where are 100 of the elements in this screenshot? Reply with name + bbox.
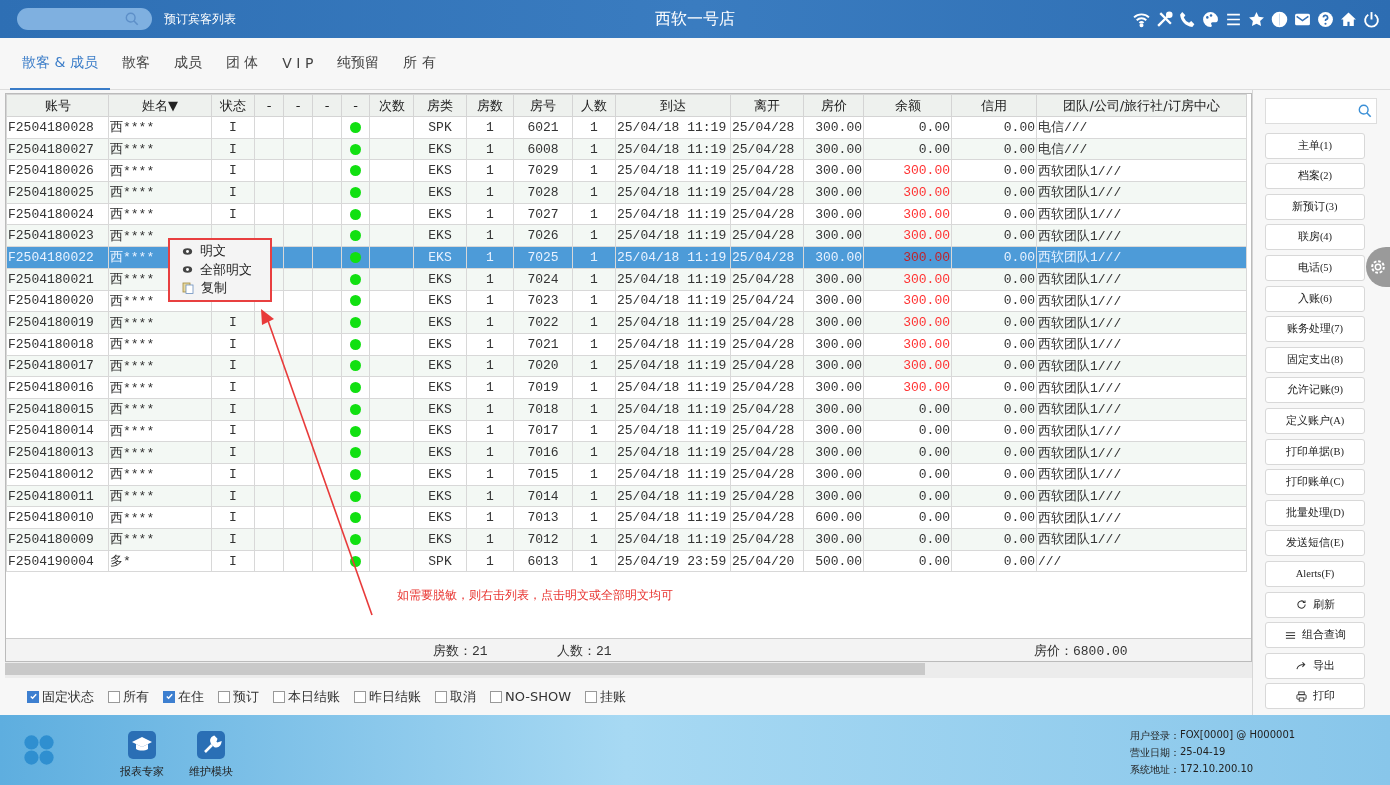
column-header[interactable]: 次数 bbox=[369, 94, 414, 117]
column-header[interactable]: 到达 bbox=[615, 94, 731, 117]
column-header[interactable]: 姓名▼ bbox=[108, 94, 212, 117]
column-header[interactable]: 余额 bbox=[863, 94, 952, 117]
search-field[interactable] bbox=[1265, 98, 1377, 124]
table-cell: 1 bbox=[466, 506, 514, 529]
column-header[interactable]: 离开 bbox=[730, 94, 804, 117]
column-header[interactable]: - bbox=[283, 94, 313, 117]
column-header[interactable]: - bbox=[312, 94, 342, 117]
action-button[interactable]: 固定支出(8) bbox=[1265, 346, 1365, 373]
table-cell: 0.00 bbox=[951, 159, 1037, 182]
column-header[interactable]: 房数 bbox=[466, 94, 514, 117]
action-button[interactable]: 电话(5) bbox=[1265, 254, 1365, 281]
action-button[interactable]: 入账(6) bbox=[1265, 285, 1365, 312]
tab[interactable]: 纯预留 bbox=[325, 37, 392, 90]
action-button[interactable]: 批量处理(D) bbox=[1265, 499, 1365, 526]
table-cell: F2504180014 bbox=[6, 420, 109, 442]
table-row[interactable]: F2504180026 西**** I EKS 1 7029 1 25/04/18 11:19 25/04/28 300.00 300.00 0.00 西软团队1/// bbox=[6, 159, 1247, 182]
action-button[interactable]: 组合查询 bbox=[1265, 622, 1365, 649]
table-cell: I bbox=[211, 203, 255, 225]
home-icon[interactable] bbox=[1340, 10, 1357, 28]
guest-list-link[interactable]: 预订宾客列表 bbox=[164, 10, 236, 28]
filter-checkbox[interactable]: 固定状态 bbox=[27, 687, 94, 706]
search-field[interactable] bbox=[17, 8, 152, 30]
settings-button[interactable] bbox=[1366, 247, 1390, 287]
tab[interactable]: 成员 bbox=[161, 37, 214, 90]
column-header[interactable]: 团队/公司/旅行社/订房中心 bbox=[1036, 94, 1247, 117]
filter-checkbox[interactable]: 挂账 bbox=[585, 687, 627, 706]
tab[interactable]: 团 体 bbox=[213, 37, 271, 90]
table-cell: F2504180018 bbox=[6, 333, 109, 356]
table-row[interactable]: F2504180017 西**** I EKS 1 7020 1 25/04/18 11:19 25/04/28 300.00 300.00 0.00 西软团队1/// bbox=[6, 355, 1247, 377]
action-button[interactable]: Alerts(F) bbox=[1265, 560, 1365, 587]
table-cell: 25/04/18 11:19 bbox=[615, 116, 731, 139]
filter-checkbox[interactable]: 所有 bbox=[108, 687, 149, 706]
action-button[interactable]: 账务处理(7) bbox=[1265, 316, 1365, 343]
column-header[interactable]: 人数 bbox=[572, 94, 616, 117]
table-row[interactable]: F2504180013 西**** I EKS 1 7016 1 25/04/18 11:19 25/04/28 300.00 0.00 0.00 西软团队1/// bbox=[6, 441, 1247, 464]
filter-checkbox[interactable]: NO-SHOW bbox=[490, 689, 572, 704]
column-header[interactable]: 房价 bbox=[803, 94, 864, 117]
action-button[interactable]: 打印 bbox=[1265, 683, 1365, 710]
filter-checkbox[interactable]: 本日结账 bbox=[273, 687, 340, 706]
action-button[interactable]: 打印单据(B) bbox=[1265, 438, 1365, 465]
table-row[interactable]: F2504180011 西**** I EKS 1 7014 1 25/04/18 11:19 25/04/28 300.00 0.00 0.00 西软团队1/// bbox=[6, 485, 1247, 507]
tools-icon[interactable] bbox=[1156, 10, 1173, 28]
filter-checkbox[interactable]: 预订 bbox=[218, 687, 259, 706]
table-row[interactable]: F2504180019 西**** I EKS 1 7022 1 25/04/18 11:19 25/04/28 300.00 300.00 0.00 西软团队1/// bbox=[6, 311, 1247, 334]
table-cell: 西软团队1/// bbox=[1036, 441, 1247, 464]
column-header[interactable]: - bbox=[254, 94, 284, 117]
module-launcher[interactable]: 维护模块 bbox=[189, 721, 233, 779]
filter-checkbox[interactable]: 昨日结账 bbox=[354, 687, 421, 706]
column-header[interactable]: 房号 bbox=[513, 94, 573, 117]
action-button[interactable]: 主单(1) bbox=[1265, 132, 1365, 159]
table-cell: 25/04/18 11:19 bbox=[615, 506, 731, 529]
column-header[interactable]: - bbox=[341, 94, 370, 117]
filter-checkbox[interactable]: 取消 bbox=[435, 687, 476, 706]
phone-icon[interactable] bbox=[1179, 10, 1196, 28]
column-header[interactable]: 状态 bbox=[211, 94, 255, 117]
table-row[interactable]: F2504180027 西**** I EKS 1 6008 1 25/04/18 11:19 25/04/28 300.00 0.00 0.00 电信/// bbox=[6, 138, 1247, 160]
column-header[interactable]: 账号 bbox=[6, 94, 109, 117]
filter-checkbox[interactable]: 在住 bbox=[163, 687, 204, 706]
table-cell: 西**** bbox=[108, 420, 212, 442]
contrast-icon[interactable] bbox=[1271, 10, 1288, 28]
table-row[interactable]: F2504180015 西**** I EKS 1 7018 1 25/04/18 11:19 25/04/28 300.00 0.00 0.00 西软团队1/// bbox=[6, 398, 1247, 421]
action-button[interactable]: 联房(4) bbox=[1265, 224, 1365, 251]
module-launcher[interactable]: 报表专家 bbox=[120, 721, 164, 779]
action-button[interactable]: 新预订(3) bbox=[1265, 193, 1365, 220]
table-row[interactable]: F2504180016 西**** I EKS 1 7019 1 25/04/18 11:19 25/04/28 300.00 300.00 0.00 西软团队1/// bbox=[6, 376, 1247, 399]
table-row[interactable]: F2504180018 西**** I EKS 1 7021 1 25/04/18 11:19 25/04/28 300.00 300.00 0.00 西软团队1/// bbox=[6, 333, 1247, 356]
tab[interactable]: 所 有 bbox=[391, 37, 448, 90]
action-button[interactable]: 导出 bbox=[1265, 652, 1365, 679]
power-icon[interactable] bbox=[1363, 10, 1380, 28]
table-cell: F2504180019 bbox=[6, 311, 109, 334]
table-cell: 25/04/18 11:19 bbox=[615, 463, 731, 486]
status-dot bbox=[350, 230, 361, 242]
table-row[interactable]: F2504180010 西**** I EKS 1 7013 1 25/04/18 11:19 25/04/28 600.00 0.00 0.00 西软团队1/// bbox=[6, 506, 1247, 529]
action-button[interactable]: 允许记账(9) bbox=[1265, 377, 1365, 404]
action-button[interactable]: 打印账单(C) bbox=[1265, 469, 1365, 496]
action-button[interactable]: 档案(2) bbox=[1265, 163, 1365, 190]
table-row[interactable]: F2504180014 西**** I EKS 1 7017 1 25/04/18 11:19 25/04/28 300.00 0.00 0.00 西软团队1/// bbox=[6, 420, 1247, 442]
horizontal-scrollbar[interactable] bbox=[5, 662, 1252, 678]
tab[interactable]: V I P bbox=[270, 37, 326, 90]
star-icon[interactable] bbox=[1248, 10, 1265, 28]
palette-icon[interactable] bbox=[1202, 10, 1219, 28]
table-row[interactable]: F2504190004 多* I SPK 1 6013 1 25/04/19 23:59 25/04/20 500.00 0.00 0.00 /// bbox=[6, 550, 1247, 572]
table-row[interactable]: F2504180009 西**** I EKS 1 7012 1 25/04/18 11:19 25/04/28 300.00 0.00 0.00 西软团队1/// bbox=[6, 528, 1247, 551]
wifi-icon[interactable] bbox=[1133, 10, 1150, 28]
tab[interactable]: 散客 bbox=[109, 37, 162, 90]
table-row[interactable]: F2504180012 西**** I EKS 1 7015 1 25/04/18 11:19 25/04/28 300.00 0.00 0.00 西软团队1/// bbox=[6, 463, 1247, 486]
table-cell: 300.00 bbox=[863, 203, 952, 225]
table-row[interactable]: F2504180025 西**** I EKS 1 7028 1 25/04/18 11:19 25/04/28 300.00 300.00 0.00 西软团队1/// bbox=[6, 181, 1247, 204]
help-icon[interactable] bbox=[1317, 10, 1334, 28]
table-row[interactable]: F2504180028 西**** I SPK 1 6021 1 25/04/18 11:19 25/04/28 300.00 0.00 0.00 电信/// bbox=[6, 116, 1247, 139]
action-button[interactable]: 刷新 bbox=[1265, 591, 1365, 618]
action-button[interactable]: 发送短信(E) bbox=[1265, 530, 1365, 557]
table-row[interactable]: F2504180024 西**** I EKS 1 7027 1 25/04/18 11:19 25/04/28 300.00 300.00 0.00 西软团队1/// bbox=[6, 203, 1247, 225]
tab[interactable]: 散客 & 成员 bbox=[10, 37, 110, 90]
action-button[interactable]: 定义账户(A) bbox=[1265, 407, 1365, 434]
column-header[interactable]: 房类 bbox=[413, 94, 467, 117]
column-header[interactable]: 信用 bbox=[951, 94, 1037, 117]
table-cell: 1 bbox=[466, 376, 514, 399]
